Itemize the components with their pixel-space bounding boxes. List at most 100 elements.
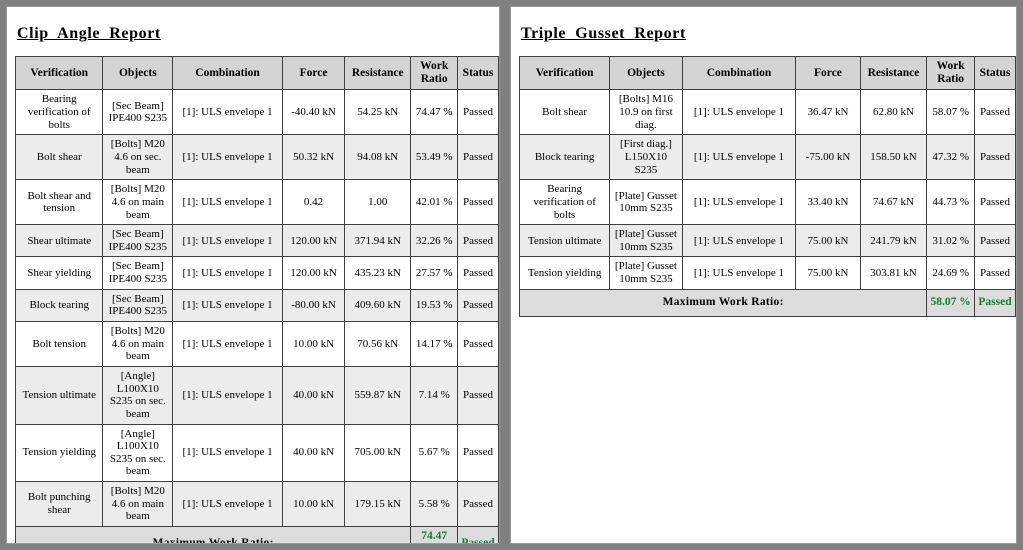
column-header-force[interactable]: Force [795, 55, 861, 91]
cell-verification: Bolt shear [14, 134, 104, 181]
cell-resistance: 62.80 kN [859, 89, 928, 136]
cell-force: -75.00 kN [795, 134, 861, 181]
cell-objects: [Sec Beam] IPE400 S235 [102, 89, 174, 136]
table-row[interactable]: Bolt shear [Bolts] M16 10.9 on first diag… [518, 89, 1016, 136]
cell-resistance: 303.81 kN [859, 256, 928, 290]
table-header-row: Verification Objects Combination Force R… [518, 55, 1016, 91]
cell-force: 0.42 [281, 179, 346, 226]
column-header-combination[interactable]: Combination [172, 55, 283, 91]
table-row[interactable]: Bolt punching shear [Bolts] M20 4.6 on ma… [14, 481, 499, 528]
cell-combination: [1]: ULS envelope 1 [172, 423, 283, 483]
cell-objects: [Bolts] M20 4.6 on main beam [102, 481, 174, 528]
column-header-resistance[interactable]: Resistance [344, 55, 412, 91]
table-row[interactable]: Shear ultimate [Sec Beam] IPE400 S235 [1]:… [14, 224, 499, 258]
cell-verification: Tension ultimate [518, 224, 611, 258]
clip-angle-table-body: Bearing verification of bolts [Sec Beam] … [14, 89, 499, 543]
work-ratio-label-line1: Work [936, 60, 965, 72]
cell-resistance: 54.25 kN [344, 89, 412, 136]
cell-work-ratio: 14.17 % [410, 321, 459, 367]
column-header-resistance[interactable]: Resistance [859, 55, 928, 91]
cell-work-ratio: 5.67 % [410, 423, 459, 483]
triple-gusset-report-panel: Triple Gusset Report Verification Object… [510, 6, 1017, 544]
cell-objects: [Bolts] M16 10.9 on first diag. [609, 89, 683, 136]
cell-objects: [Bolts] M20 4.6 on main beam [102, 179, 174, 226]
work-ratio-label-line2: Ratio [420, 73, 448, 86]
cell-resistance: 70.56 kN [344, 321, 412, 367]
cell-verification: Tension yielding [14, 423, 104, 483]
cell-objects: [Sec Beam] IPE400 S235 [102, 224, 174, 258]
cell-work-ratio: 44.73 % [926, 179, 975, 226]
cell-force: 120.00 kN [281, 256, 346, 290]
cell-work-ratio: 19.53 % [410, 288, 459, 323]
summary-status: Passed [457, 526, 499, 543]
cell-resistance: 94.08 kN [344, 134, 412, 181]
cell-force: 33.40 kN [795, 179, 861, 226]
cell-resistance: 158.50 kN [859, 134, 928, 181]
column-header-verification[interactable]: Verification [518, 55, 611, 91]
cell-status: Passed [457, 365, 499, 425]
cell-combination: [1]: ULS envelope 1 [172, 256, 283, 290]
column-header-combination[interactable]: Combination [681, 55, 797, 91]
summary-label: Maximum Work Ratio: [518, 288, 928, 317]
cell-force: 120.00 kN [281, 224, 346, 258]
table-row[interactable]: Tension yielding [Angle] L100X10 S235 on … [14, 423, 499, 483]
cell-verification: Shear ultimate [14, 224, 104, 258]
column-header-status[interactable]: Status [457, 55, 499, 91]
cell-combination: [1]: ULS envelope 1 [172, 288, 283, 323]
cell-objects: [Sec Beam] IPE400 S235 [102, 288, 174, 323]
cell-resistance: 409.60 kN [344, 288, 412, 323]
cell-combination: [1]: ULS envelope 1 [172, 89, 283, 136]
cell-objects: [Sec Beam] IPE400 S235 [102, 256, 174, 290]
cell-resistance: 74.67 kN [859, 179, 928, 226]
table-row[interactable]: Block tearing [First diag.] L150X10 S235[… [518, 134, 1016, 181]
application-frame: Clip Angle Report Verification Objects C… [0, 0, 1023, 550]
triple-gusset-report-table: Verification Objects Combination Force R… [518, 55, 1016, 317]
cell-resistance: 435.23 kN [344, 256, 412, 290]
cell-work-ratio: 32.26 % [410, 224, 459, 258]
cell-verification: Bearing verification of bolts [14, 89, 104, 136]
table-row[interactable]: Bolt shear and tension [Bolts] M20 4.6 on… [14, 179, 499, 226]
table-row[interactable]: Bearing verification of bolts [Sec Beam] … [14, 89, 499, 136]
cell-verification: Bolt shear and tension [14, 179, 104, 226]
clip-angle-report-title: Clip Angle Report [17, 25, 161, 42]
table-row[interactable]: Tension ultimate [Angle] L100X10 S235 on … [14, 365, 499, 425]
cell-verification: Shear yielding [14, 256, 104, 290]
cell-work-ratio: 27.57 % [410, 256, 459, 290]
table-row[interactable]: Tension ultimate [Plate] Gusset 10mm S235… [518, 224, 1016, 258]
column-header-work-ratio[interactable]: Work Ratio [410, 55, 459, 91]
summary-label: Maximum Work Ratio: [14, 526, 412, 543]
cell-resistance: 559.87 kN [344, 365, 412, 425]
table-row[interactable]: Tension yielding [Plate] Gusset 10mm S235… [518, 256, 1016, 290]
column-header-status[interactable]: Status [973, 55, 1016, 91]
cell-verification: Tension yielding [518, 256, 611, 290]
table-row[interactable]: Bearing verification of bolts [Plate] Gus… [518, 179, 1016, 226]
cell-resistance: 705.00 kN [344, 423, 412, 483]
column-header-work-ratio[interactable]: Work Ratio [926, 55, 975, 91]
cell-force: -40.40 kN [281, 89, 346, 136]
cell-force: 75.00 kN [795, 224, 861, 258]
table-row[interactable]: Block tearing [Sec Beam] IPE400 S235 [1]: … [14, 288, 499, 323]
column-header-objects[interactable]: Objects [609, 55, 683, 91]
table-row[interactable]: Shear yielding [Sec Beam] IPE400 S235 [1]:… [14, 256, 499, 290]
cell-objects: [First diag.] L150X10 S235 [609, 134, 683, 181]
column-header-verification[interactable]: Verification [14, 55, 104, 91]
cell-status: Passed [973, 179, 1016, 226]
cell-combination: [1]: ULS envelope 1 [172, 134, 283, 181]
table-row[interactable]: Bolt shear [Bolts] M20 4.6 on sec. beam [1… [14, 134, 499, 181]
column-header-force[interactable]: Force [281, 55, 346, 91]
cell-resistance: 1.00 [344, 179, 412, 226]
clip-angle-report-table: Verification Objects Combination Force R… [14, 55, 499, 543]
cell-objects: [Plate] Gusset 10mm S235 [609, 256, 683, 290]
table-row[interactable]: Bolt tension [Bolts] M20 4.6 on main beam… [14, 321, 499, 367]
cell-status: Passed [457, 134, 499, 181]
cell-force: -80.00 kN [281, 288, 346, 323]
column-header-objects[interactable]: Objects [102, 55, 174, 91]
cell-force: 10.00 kN [281, 481, 346, 528]
cell-status: Passed [457, 321, 499, 367]
cell-verification: Tension ultimate [14, 365, 104, 425]
summary-row: Maximum Work Ratio: 58.07 % Passed [518, 288, 1016, 317]
cell-force: 50.32 kN [281, 134, 346, 181]
cell-work-ratio: 31.02 % [926, 224, 975, 258]
cell-work-ratio: 42.01 % [410, 179, 459, 226]
triple-gusset-table-wrap: Verification Objects Combination Force R… [518, 55, 1016, 317]
